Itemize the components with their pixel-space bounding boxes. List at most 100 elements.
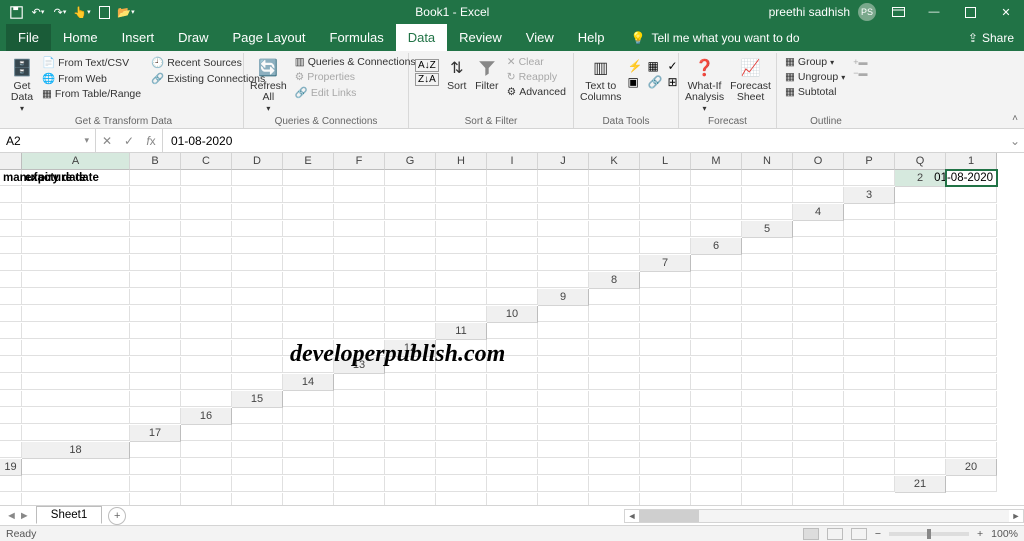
- row-header-11[interactable]: 11: [436, 323, 487, 340]
- cell-N3[interactable]: [589, 204, 640, 220]
- cell-F11[interactable]: [742, 323, 793, 339]
- cell-O2[interactable]: [691, 187, 742, 203]
- cell-Q9[interactable]: [436, 306, 487, 322]
- cell-F19[interactable]: [334, 459, 385, 475]
- cell-J7[interactable]: [181, 272, 232, 288]
- row-header-21[interactable]: 21: [895, 476, 946, 493]
- cell-E10[interactable]: [742, 306, 793, 322]
- tab-review[interactable]: Review: [447, 24, 514, 51]
- cell-Q8[interactable]: [487, 289, 538, 305]
- cell-N17[interactable]: [844, 425, 895, 441]
- new-file-icon[interactable]: [94, 2, 114, 22]
- what-if-button[interactable]: ❓ What-If Analysis▾: [685, 55, 724, 114]
- cell-Q14[interactable]: [181, 391, 232, 407]
- cell-Q10[interactable]: [385, 323, 436, 339]
- cell-P18[interactable]: [895, 442, 946, 458]
- cell-O17[interactable]: [895, 425, 946, 441]
- cell-M8[interactable]: [283, 289, 334, 305]
- cell-A20[interactable]: [0, 476, 22, 492]
- cell-Q2[interactable]: [793, 187, 844, 203]
- cell-P4[interactable]: [640, 221, 691, 237]
- cell-G16[interactable]: [538, 408, 589, 424]
- cell-J19[interactable]: [538, 459, 589, 475]
- cell-B17[interactable]: [232, 425, 283, 441]
- queries-connections-button[interactable]: ▥Queries & Connections: [293, 55, 418, 69]
- cell-N11[interactable]: [181, 340, 232, 356]
- cell-C19[interactable]: [181, 459, 232, 475]
- forecast-sheet-button[interactable]: 📈 Forecast Sheet: [730, 55, 771, 103]
- sheet-nav-prev-icon[interactable]: ◄: [6, 510, 17, 522]
- cell-L13[interactable]: [946, 357, 997, 373]
- cell-Q18[interactable]: [946, 442, 997, 458]
- cell-O3[interactable]: [640, 204, 691, 220]
- cell-M17[interactable]: [793, 425, 844, 441]
- row-header-9[interactable]: 9: [538, 289, 589, 306]
- cell-J5[interactable]: [283, 238, 334, 254]
- cell-H8[interactable]: [0, 289, 22, 305]
- cell-F16[interactable]: [487, 408, 538, 424]
- cell-P17[interactable]: [946, 425, 997, 441]
- cell-K20[interactable]: [538, 476, 589, 492]
- from-web-button[interactable]: 🌐From Web: [40, 71, 143, 86]
- cell-L10[interactable]: [130, 323, 181, 339]
- cell-F3[interactable]: [181, 204, 232, 220]
- tab-page-layout[interactable]: Page Layout: [221, 24, 318, 51]
- ribbon-display-icon[interactable]: [884, 0, 912, 24]
- col-header-N[interactable]: N: [742, 153, 793, 170]
- cell-A18[interactable]: [130, 442, 181, 458]
- cell-A2[interactable]: 01-08-2020: [946, 170, 997, 186]
- cell-B18[interactable]: [181, 442, 232, 458]
- cell-C20[interactable]: [130, 476, 181, 492]
- cell-C7[interactable]: [793, 255, 844, 271]
- cell-H6[interactable]: [130, 255, 181, 271]
- cell-L2[interactable]: [538, 187, 589, 203]
- horizontal-scrollbar[interactable]: ◄ ►: [624, 509, 1024, 523]
- cell-L5[interactable]: [385, 238, 436, 254]
- tell-me-search[interactable]: 💡 Tell me what you want to do: [617, 24, 800, 51]
- cell-B4[interactable]: [895, 204, 946, 220]
- cell-G4[interactable]: [181, 221, 232, 237]
- cell-N19[interactable]: [742, 459, 793, 475]
- cell-Q4[interactable]: [691, 221, 742, 237]
- cell-F18[interactable]: [385, 442, 436, 458]
- col-header-K[interactable]: K: [589, 153, 640, 170]
- cell-P3[interactable]: [691, 204, 742, 220]
- cell-C5[interactable]: [895, 221, 946, 237]
- cell-P19[interactable]: [844, 459, 895, 475]
- cell-N20[interactable]: [691, 476, 742, 492]
- maximize-icon[interactable]: [956, 0, 984, 24]
- cell-G20[interactable]: [334, 476, 385, 492]
- cell-I10[interactable]: [946, 306, 997, 322]
- touch-mode-icon[interactable]: 👆▾: [72, 2, 92, 22]
- cell-M9[interactable]: [232, 306, 283, 322]
- cell-L4[interactable]: [436, 221, 487, 237]
- zoom-out-icon[interactable]: −: [875, 528, 881, 540]
- cell-G14[interactable]: [640, 374, 691, 390]
- cell-C3[interactable]: [0, 204, 22, 220]
- cell-O13[interactable]: [130, 374, 181, 390]
- cell-P2[interactable]: [742, 187, 793, 203]
- cell-B12[interactable]: [487, 340, 538, 356]
- cell-O4[interactable]: [589, 221, 640, 237]
- cell-D10[interactable]: [691, 306, 742, 322]
- cell-I13[interactable]: [793, 357, 844, 373]
- cell-C8[interactable]: [742, 272, 793, 288]
- cell-B5[interactable]: [844, 221, 895, 237]
- cell-J3[interactable]: [385, 204, 436, 220]
- cell-Q13[interactable]: [232, 374, 283, 390]
- cell-B10[interactable]: [589, 306, 640, 322]
- cell-M12[interactable]: [22, 357, 130, 373]
- cell-A17[interactable]: [181, 425, 232, 441]
- cell-A5[interactable]: [793, 221, 844, 237]
- cell-M11[interactable]: [130, 340, 181, 356]
- cell-Q17[interactable]: [0, 442, 22, 458]
- select-all-corner[interactable]: [0, 153, 22, 170]
- cell-Q15[interactable]: [130, 408, 181, 424]
- cell-I3[interactable]: [334, 204, 385, 220]
- row-header-20[interactable]: 20: [946, 459, 997, 476]
- cell-F2[interactable]: [232, 187, 283, 203]
- cell-P5[interactable]: [589, 238, 640, 254]
- cell-H19[interactable]: [436, 459, 487, 475]
- cell-K10[interactable]: [22, 323, 130, 339]
- col-header-M[interactable]: M: [691, 153, 742, 170]
